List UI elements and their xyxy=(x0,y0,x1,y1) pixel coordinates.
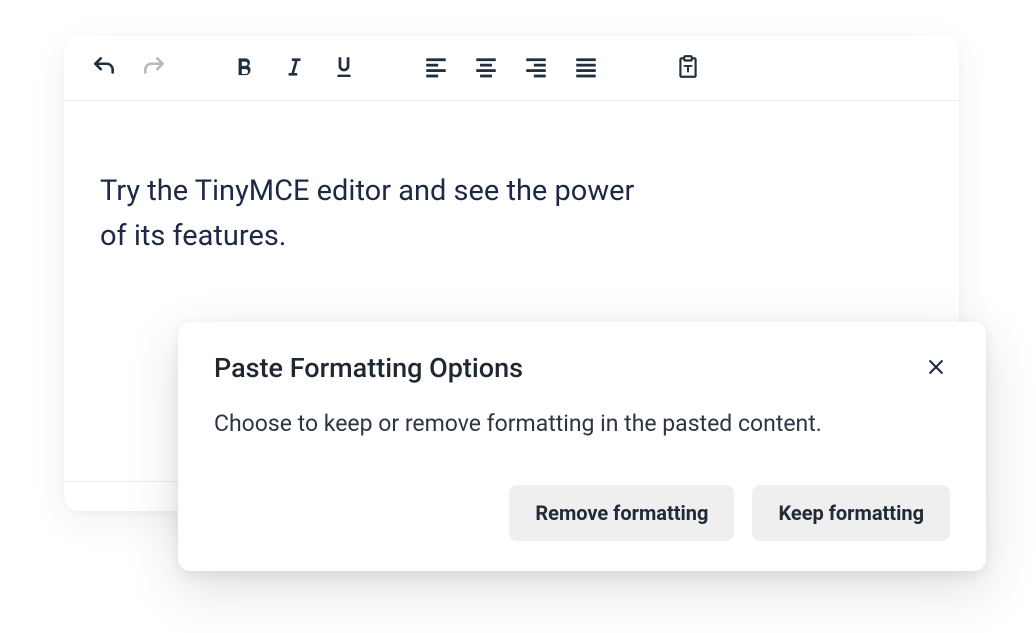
undo-icon xyxy=(91,54,117,83)
editor-text: Try the TinyMCE editor and see the power… xyxy=(100,169,660,259)
align-center-button[interactable] xyxy=(470,52,502,84)
dialog-body: Choose to keep or remove formatting in t… xyxy=(214,410,950,437)
underline-icon xyxy=(331,54,357,83)
align-right-button[interactable] xyxy=(520,52,552,84)
close-icon xyxy=(926,357,946,380)
align-justify-icon xyxy=(573,54,599,83)
align-left-icon xyxy=(423,54,449,83)
italic-icon xyxy=(281,54,307,83)
dialog-header: Paste Formatting Options xyxy=(214,352,950,384)
align-right-icon xyxy=(523,54,549,83)
clipboard-text-icon xyxy=(675,54,701,83)
undo-button[interactable] xyxy=(88,52,120,84)
toolbar-group-align xyxy=(420,52,602,84)
toolbar xyxy=(64,36,959,101)
toolbar-group-text-style xyxy=(228,52,360,84)
remove-formatting-button[interactable]: Remove formatting xyxy=(509,485,734,541)
paste-options-dialog: Paste Formatting Options Choose to keep … xyxy=(178,322,986,571)
keep-formatting-button[interactable]: Keep formatting xyxy=(752,485,950,541)
redo-icon xyxy=(141,54,167,83)
toolbar-group-history xyxy=(88,52,170,84)
underline-button[interactable] xyxy=(328,52,360,84)
paste-as-text-button[interactable] xyxy=(672,52,704,84)
toolbar-group-paste xyxy=(672,52,704,84)
redo-button[interactable] xyxy=(138,52,170,84)
bold-button[interactable] xyxy=(228,52,260,84)
align-left-button[interactable] xyxy=(420,52,452,84)
dialog-actions: Remove formatting Keep formatting xyxy=(214,485,950,541)
italic-button[interactable] xyxy=(278,52,310,84)
align-justify-button[interactable] xyxy=(570,52,602,84)
bold-icon xyxy=(231,54,257,83)
dialog-title: Paste Formatting Options xyxy=(214,352,523,384)
close-button[interactable] xyxy=(922,354,950,382)
align-center-icon xyxy=(473,54,499,83)
